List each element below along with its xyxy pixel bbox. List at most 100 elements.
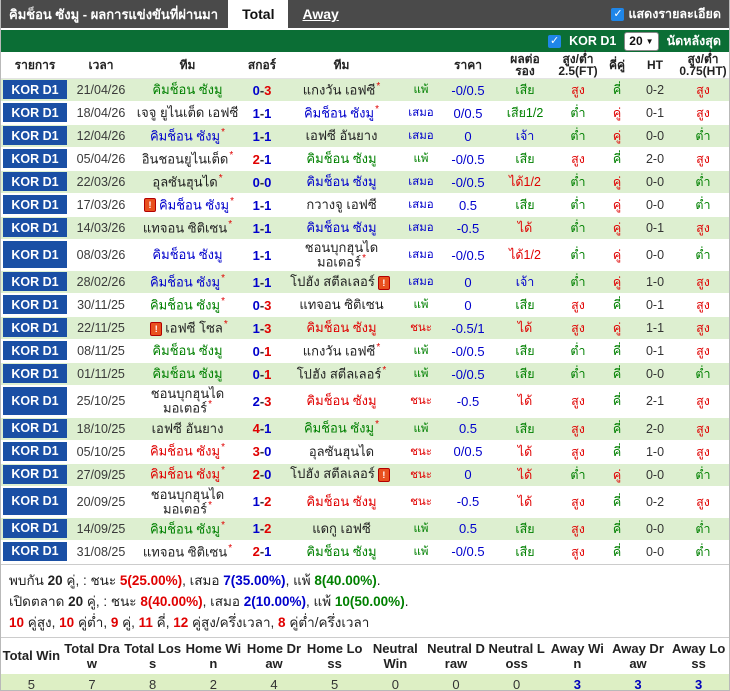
handicap-result-cell: ได้1/2 [509, 248, 541, 263]
show-details-checkbox[interactable]: ✓ แสดงรายละเอียด [611, 0, 729, 28]
summary-segment: , เสมอ [182, 572, 224, 588]
ht-score-cell: 0-0 [645, 198, 665, 212]
match-row[interactable]: KOR D1 12/04/26 คิมช็อน ซังมู* 1-1 เอฟซี อัน… [1, 125, 729, 148]
away-team-name: คิมช็อน ซังมู [306, 220, 377, 235]
summary-segment: เปิดตลาด [9, 593, 69, 609]
match-row[interactable]: KOR D1 22/03/26 อุลซันฮุนได* 0-0 คิมช็อน ซัง… [1, 171, 729, 194]
odd-even-cell: คู่ [612, 275, 622, 290]
over-under-ft-cell: สูง [571, 444, 585, 459]
match-row[interactable]: KOR D1 01/11/25 คิมช็อน ซังมู 0-1 โปฮัง สตีล… [1, 363, 729, 387]
match-row[interactable]: KOR D1 05/04/26 อินชอนยูไนเต็ด* 2-1 คิมช็อน … [1, 148, 729, 171]
league-label: KOR D1 [3, 241, 67, 269]
summary-segment: , แพ้ [285, 572, 315, 588]
league-label: KOR D1 [3, 272, 67, 292]
matches-count-select[interactable]: 20 ▼ [624, 31, 659, 51]
match-row[interactable]: KOR D1 18/04/26 เจจู ยูไนเต็ด เอฟซี 1-1 คิมช… [1, 102, 729, 125]
match-row[interactable]: KOR D1 20/09/25 ชอนบุกฮุนไดมอเตอร์* 1-2 คิมช… [1, 486, 729, 518]
odds-cell: -0.5/1 [451, 320, 485, 336]
away-score: 3 [264, 320, 272, 336]
header-away-team: ทีม [333, 58, 350, 72]
over-under-ht-cell: สูง [696, 83, 710, 97]
league-label: KOR D1 [3, 318, 67, 338]
league-cell: KOR D1 [1, 148, 69, 170]
home-score: 1 [252, 274, 260, 290]
match-row[interactable]: KOR D1 08/11/25 คิมช็อน ซังมู 0-1 แกงวัน เอฟ… [1, 340, 729, 364]
away-team-name: กวางจู เอฟซี [306, 197, 377, 212]
header-ht: HT [647, 58, 663, 72]
home-team-name: ชอนบุกฮุนไดมอเตอร์ [150, 386, 225, 416]
away-score: 0 [264, 174, 272, 190]
home-team-name: คิมช็อน ซังมู [149, 443, 221, 459]
star-icon: * [221, 442, 226, 454]
home-team: คิมช็อน ซังมู* [150, 520, 225, 536]
match-row[interactable]: KOR D1 08/03/26 คิมช็อน ซังมู 1-1 ชอนบุกฮุนไ… [1, 240, 729, 272]
stats-value-cell: 7 [61, 673, 123, 690]
match-row[interactable]: KOR D1 14/03/26 แทจอน ซิติเซน* 1-1 คิมช็อน ซ… [1, 217, 729, 240]
home-team-cell: ! เอฟซี โซล* [133, 317, 242, 339]
home-score: 2 [252, 393, 260, 409]
match-row[interactable]: KOR D1 30/11/25 คิมช็อน ซังมู* 0-3 แทจอน ซิต… [1, 294, 729, 318]
match-row[interactable]: KOR D1 14/09/25 คิมช็อน ซังมู* 1-2 แดกู เอฟซ… [1, 517, 729, 541]
summary-segment: พบกัน [9, 572, 48, 588]
result-cell: เสมอ [408, 222, 434, 234]
match-row[interactable]: KOR D1 25/10/25 ชอนบุกฮุนไดมอเตอร์* 2-3 คิมช… [1, 386, 729, 418]
match-row[interactable]: KOR D1 31/08/25 แทจอน ซิติเซน* 2-1 คิมช็อน ซ… [1, 540, 729, 564]
date-cell: 01/11/25 [77, 367, 125, 382]
home-team-cell: เอฟซี อันยาง [133, 418, 242, 440]
match-row[interactable]: KOR D1 27/09/25 คิมช็อน ซังมู* 2-0 โปฮัง สตี… [1, 463, 729, 487]
filter-bar: ✓ KOR D1 20 ▼ นัดหลังสุด [1, 30, 729, 52]
ht-score-cell: 0-0 [645, 367, 665, 382]
stats-value-cell: 4 [243, 673, 305, 690]
stats-value-cell: 8 [122, 673, 183, 690]
home-team-cell: ชอนบุกฮุนไดมอเตอร์* [133, 386, 242, 416]
handicap-result-cell: ได้ [517, 444, 533, 459]
over-under-ft-cell: ต่ำ [570, 367, 586, 382]
home-team: แทจอน ซิติเซน* [143, 543, 232, 559]
score-cell: 1-1 [242, 194, 282, 216]
chevron-down-icon: ▼ [645, 36, 654, 46]
away-score: 0 [264, 467, 272, 483]
match-row[interactable]: KOR D1 28/02/26 คิมช็อน ซังมู* 1-1 โปฮัง สตี… [1, 271, 729, 295]
star-icon: * [382, 365, 387, 377]
summary-segment: 7(35.00%) [223, 572, 286, 588]
away-team-cell: คิมช็อน ซังมู [282, 217, 401, 239]
away-team-name: แกงวัน เอฟซี [302, 82, 376, 98]
match-row[interactable]: KOR D1 21/04/26 คิมช็อน ซังมู 0-3 แกงวัน เอฟ… [1, 79, 729, 102]
league-label: KOR D1 [3, 80, 67, 99]
away-team: โปฮัง สตีลเลอร์! [290, 275, 393, 290]
ht-score-cell: 1-0 [645, 444, 665, 459]
home-team-name: อินชอนยูไนเต็ด [141, 151, 229, 167]
result-cell: แพ้ [413, 368, 429, 381]
match-row[interactable]: KOR D1 22/11/25! เอฟซี โซล* 1-3 คิมช็อน ซังม… [1, 317, 729, 341]
match-row[interactable]: KOR D1 18/10/25 เอฟซี อันยาง 4-1 คิมช็อน ซัง… [1, 417, 729, 441]
over-under-ht-cell: ต่ำ [695, 521, 711, 536]
league-checkbox[interactable]: ✓ [548, 34, 562, 48]
date-cell: 08/11/25 [77, 344, 125, 359]
away-team: คิมช็อน ซังมู [306, 394, 376, 408]
over-under-ft-cell: สูง [571, 421, 585, 436]
result-cell: ชนะ [410, 495, 432, 508]
away-team: แทจอน ซิติเซน [299, 298, 383, 312]
match-row[interactable]: KOR D1 05/10/25 คิมช็อน ซังมู* 3-0 อุลซันฮุน… [1, 440, 729, 464]
tab-total[interactable]: Total [228, 0, 289, 28]
league-cell: KOR D1 [1, 464, 69, 486]
match-row[interactable]: KOR D1 17/03/26! คิมช็อน ซังมู* 1-1 กวางจู เ… [1, 194, 729, 217]
home-team-cell: เจจู ยูไนเต็ด เอฟซี [133, 102, 242, 124]
star-icon: * [228, 218, 233, 230]
summary-segment: 12 [173, 614, 189, 630]
header-home-team: ทีม [179, 58, 196, 72]
home-team: คิมช็อน ซังมู* [149, 466, 225, 482]
league-label: KOR D1 [3, 195, 67, 214]
star-icon: * [223, 318, 228, 330]
away-team-name: คิมช็อน ซังมู [306, 151, 377, 166]
stats-table: Total Win Total Draw Total Loss Home Win Hom… [1, 637, 729, 690]
away-team-cell: คิมช็อน ซังมู [282, 487, 401, 517]
home-team-name: คิมช็อน ซังมู [149, 466, 221, 482]
away-team-cell: คิมช็อน ซังมู [282, 171, 401, 193]
tab-away[interactable]: Away [288, 0, 352, 28]
league-cell: KOR D1 [1, 518, 69, 540]
odd-even-cell: คู่ [612, 467, 622, 482]
handicap-result-cell: ได้1/2 [509, 175, 541, 189]
odd-even-cell: คู่ [612, 198, 622, 212]
home-team-name: อุลซันฮุนได [152, 174, 218, 190]
